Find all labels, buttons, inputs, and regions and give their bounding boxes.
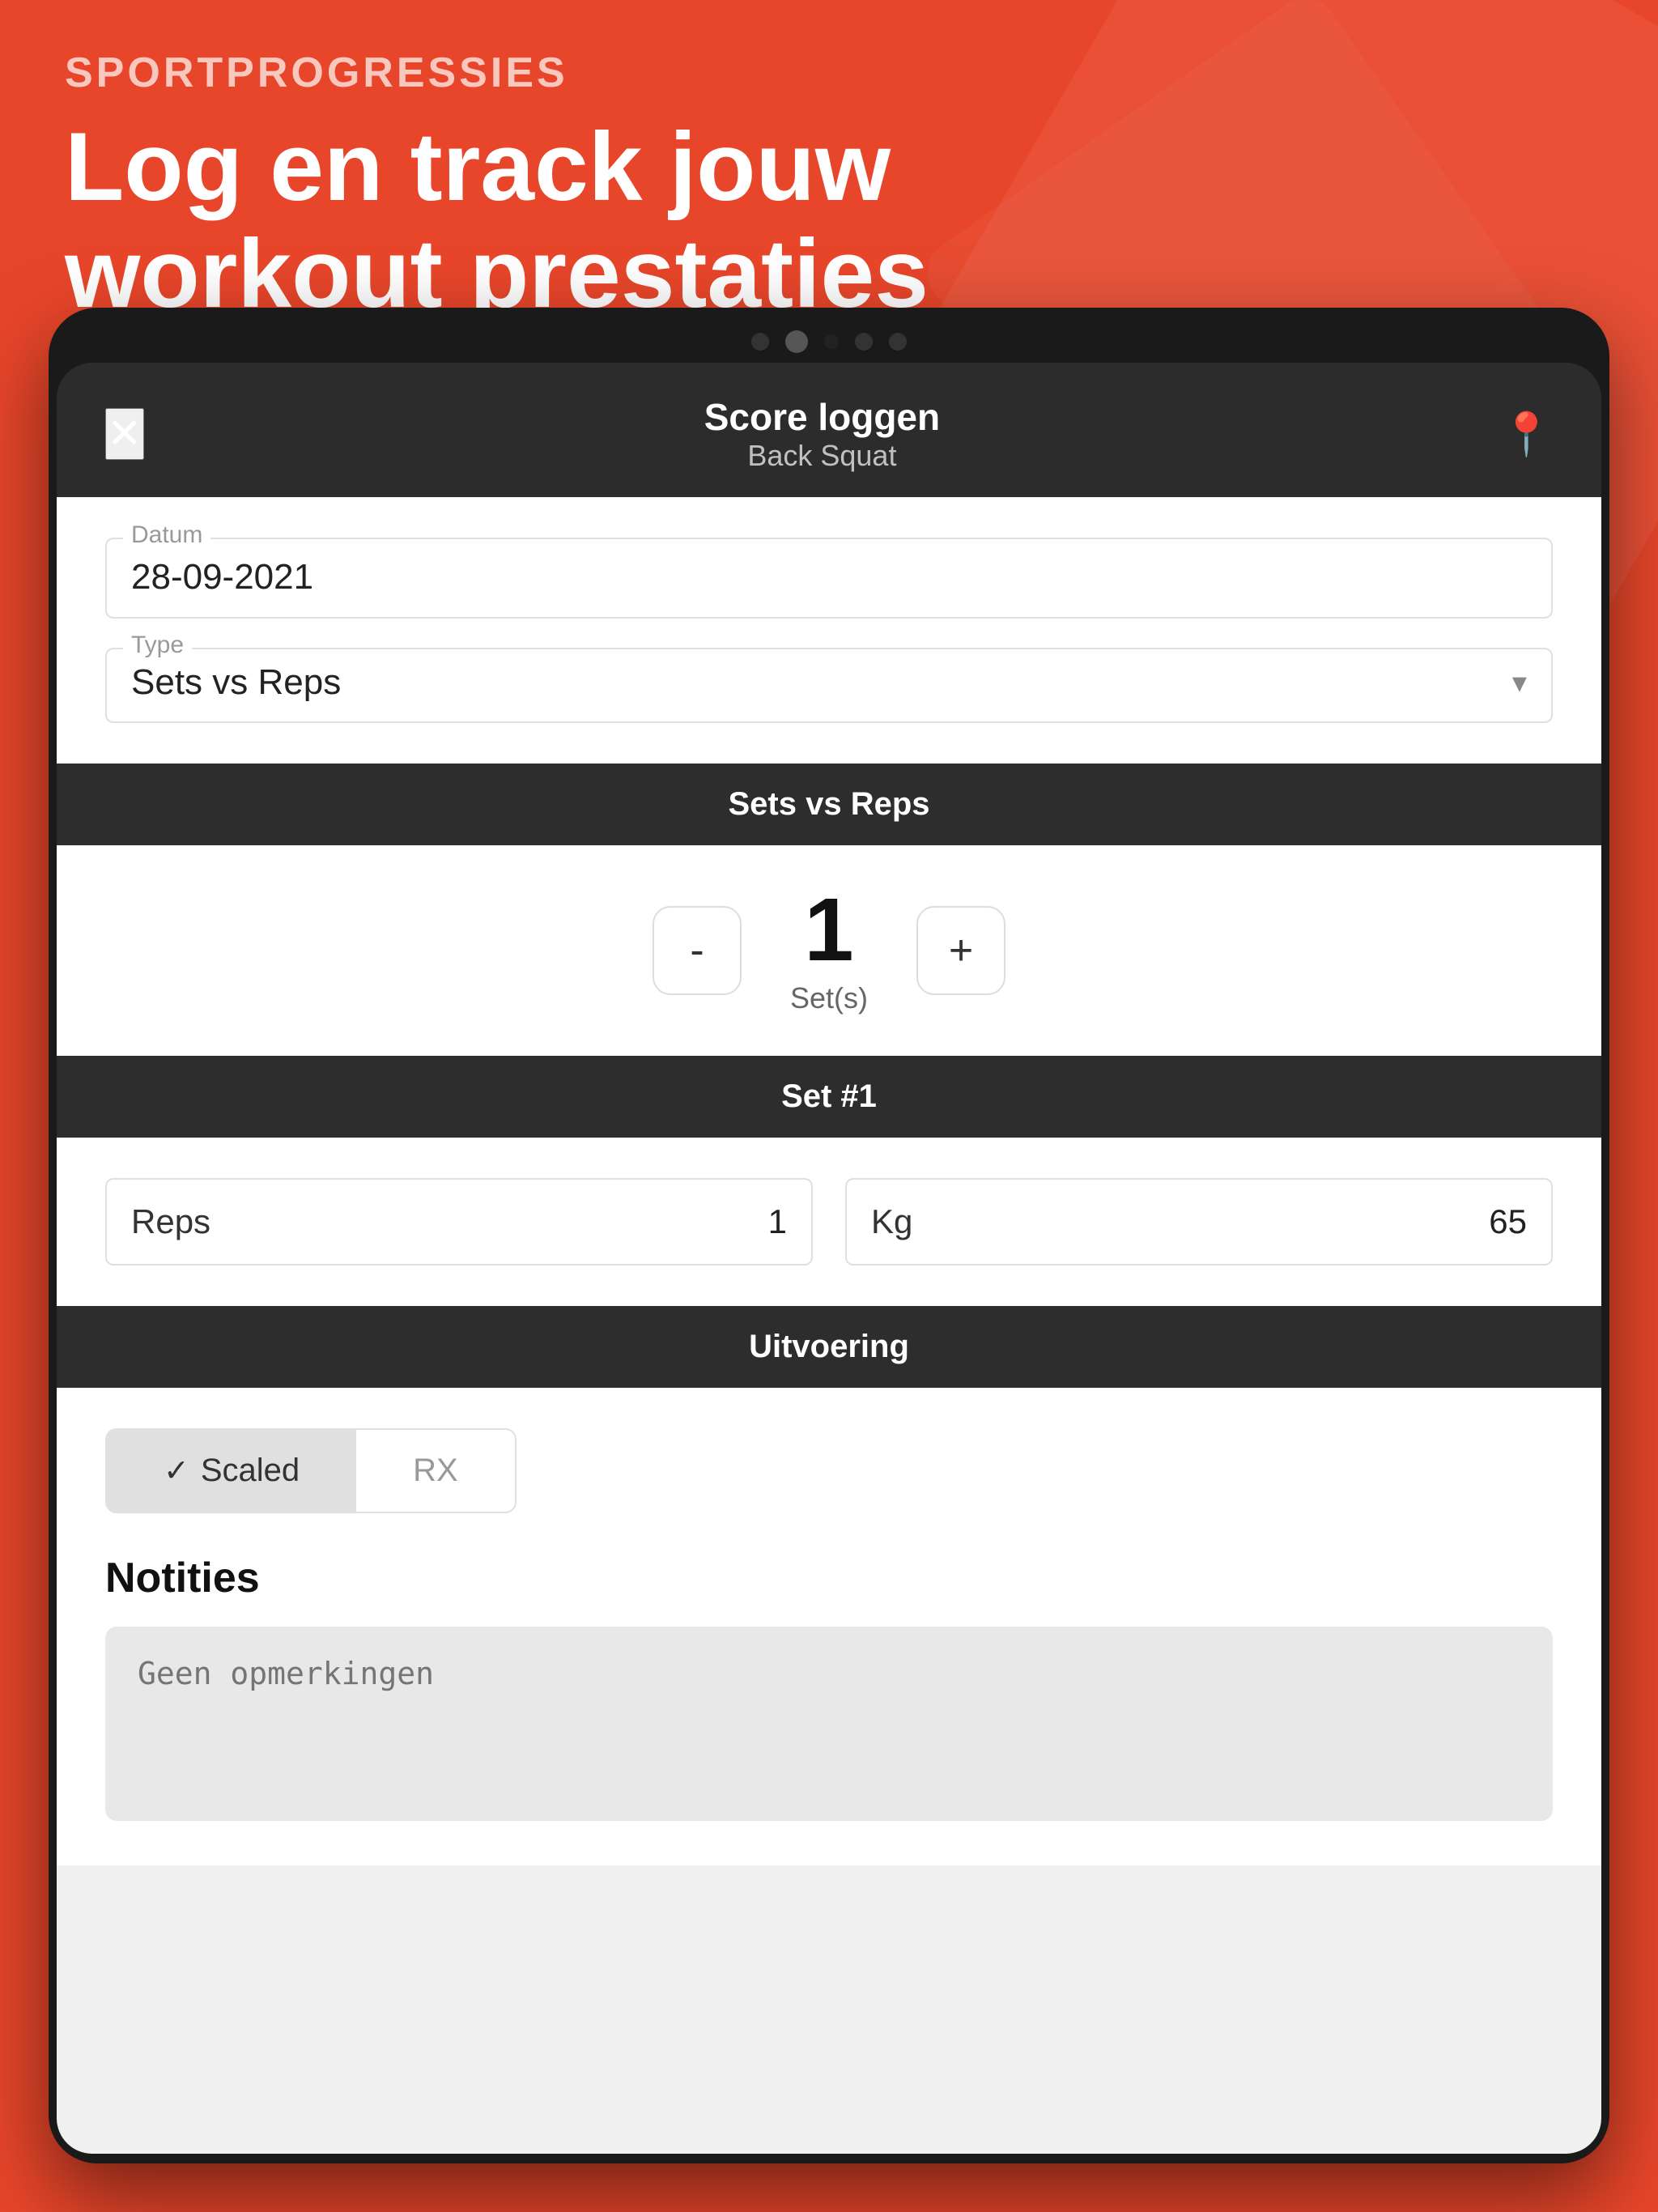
rx-button[interactable]: RX (356, 1430, 515, 1512)
sets-minus-button[interactable]: - (653, 906, 742, 995)
notities-title: Notities (105, 1554, 1553, 1602)
set1-header-text: Set #1 (781, 1078, 877, 1114)
sets-plus-button[interactable]: + (916, 906, 1005, 995)
uitvoering-section: ✓ Scaled RX Notities (57, 1388, 1601, 1865)
uitvoering-header-text: Uitvoering (749, 1329, 909, 1364)
app-screen: ✕ Score loggen Back Squat 📍 Datum 28-09-… (57, 363, 1601, 2154)
type-select[interactable]: Sets vs Reps Max Weight Time Reps (131, 662, 1527, 702)
reps-label: Reps (131, 1202, 210, 1241)
scaled-check-icon: ✓ (164, 1454, 189, 1488)
type-select-wrapper: Sets vs Reps Max Weight Time Reps ▾ (131, 662, 1527, 702)
datum-fieldset: Datum 28-09-2021 (105, 538, 1553, 619)
set1-header: Set #1 (57, 1056, 1601, 1138)
camera-dot-4 (889, 333, 907, 351)
notities-textarea[interactable] (105, 1627, 1553, 1821)
camera-dot-3 (855, 333, 873, 351)
sets-vs-reps-header: Sets vs Reps (57, 764, 1601, 845)
kg-field[interactable]: Kg 65 (845, 1178, 1553, 1266)
reps-value: 1 (768, 1202, 787, 1241)
header-subtitle: SPORTPROGRESSIES (65, 49, 1593, 97)
nav-title-area: Score loggen Back Squat (704, 395, 940, 473)
sets-value: 1 (790, 886, 868, 975)
nav-title: Score loggen (704, 395, 940, 439)
location-icon[interactable]: 📍 (1500, 410, 1553, 459)
type-fieldset: Type Sets vs Reps Max Weight Time Reps ▾ (105, 648, 1553, 723)
camera-bar (57, 316, 1601, 363)
camera-hole (824, 334, 839, 349)
nav-subtitle: Back Squat (704, 439, 940, 473)
header-title: Log en track jouw workout prestaties (65, 113, 1593, 327)
kg-value: 65 (1489, 1202, 1527, 1241)
camera-dot-1 (751, 333, 769, 351)
close-button[interactable]: ✕ (105, 408, 144, 460)
form-section: Datum 28-09-2021 Type Sets vs Reps Max W… (57, 497, 1601, 764)
reps-field[interactable]: Reps 1 (105, 1178, 813, 1266)
device-frame: ✕ Score loggen Back Squat 📍 Datum 28-09-… (49, 308, 1609, 2163)
sets-vs-reps-header-text: Sets vs Reps (728, 786, 929, 822)
sets-unit: Set(s) (790, 981, 868, 1015)
notities-section: Notities (105, 1513, 1553, 1825)
kg-label: Kg (871, 1202, 912, 1241)
header-area: SPORTPROGRESSIES Log en track jouw worko… (65, 49, 1593, 327)
camera-dot-2 (785, 330, 808, 353)
type-label: Type (123, 632, 192, 659)
reps-kg-section: Reps 1 Kg 65 (57, 1138, 1601, 1306)
datum-label: Datum (123, 521, 210, 549)
nav-bar: ✕ Score loggen Back Squat 📍 (57, 363, 1601, 497)
scaled-button[interactable]: ✓ Scaled (107, 1430, 356, 1512)
scroll-content[interactable]: Datum 28-09-2021 Type Sets vs Reps Max W… (57, 497, 1601, 2154)
uitvoering-toggle-group: ✓ Scaled RX (105, 1428, 517, 1513)
sets-value-area: 1 Set(s) (790, 886, 868, 1015)
sets-counter-section: - 1 Set(s) + (57, 845, 1601, 1056)
select-arrow-icon: ▾ (1512, 666, 1527, 700)
uitvoering-header: Uitvoering (57, 1306, 1601, 1388)
scaled-label: Scaled (201, 1453, 300, 1488)
datum-value: 28-09-2021 (131, 557, 1527, 598)
